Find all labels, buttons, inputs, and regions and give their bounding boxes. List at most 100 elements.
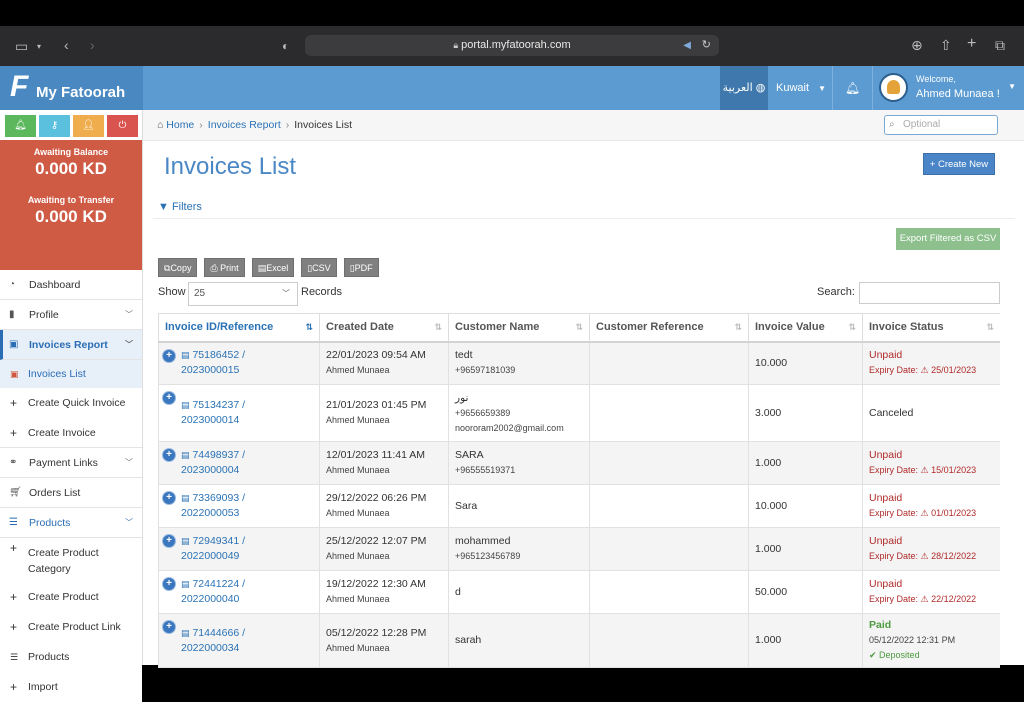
invoice-reference: 2022000040	[181, 593, 240, 605]
column-header-invoice-status[interactable]: Invoice Status ⇅	[862, 313, 1000, 343]
sidebar-item-payment-links[interactable]: ⚭ Payment Links ﹀	[0, 448, 142, 478]
breadcrumb-separator: ›	[199, 119, 203, 131]
sidebar-item-invoices-list[interactable]: ▣ Invoices List	[0, 360, 142, 388]
expiry-date: Expiry Date: ⚠ 28/12/2022	[869, 551, 977, 561]
language-switch[interactable]: العربية ◍	[720, 66, 768, 110]
search-label: Search:	[817, 286, 855, 298]
sidebar-item-create-product[interactable]: + Create Product	[0, 582, 142, 612]
quick-logout-button[interactable]: ⏻	[107, 115, 138, 137]
excel-button[interactable]: ▤Excel	[251, 258, 295, 277]
records-label: Records	[301, 286, 342, 298]
invoice-link[interactable]: ▤ 75186452 / 2023000015	[181, 349, 245, 376]
column-header-created-date[interactable]: Created Date ⇅	[319, 313, 449, 343]
filters-toggle[interactable]: ▼ Filters	[158, 201, 202, 213]
print-button[interactable]: ⎙ Print	[204, 258, 245, 277]
page-size-select[interactable]: 25 ﹀	[188, 282, 298, 306]
invoice-link[interactable]: ▤ 73369093 / 2022000053	[181, 492, 245, 519]
column-header-customer-name[interactable]: Customer Name ⇅	[448, 313, 590, 343]
invoice-reference: 2022000049	[181, 550, 240, 562]
invoice-link[interactable]: ▤ 72949341 / 2022000049	[181, 535, 245, 562]
address-bar[interactable]: 🔒︎ portal.myfatoorah.com ◀︎ ↻	[305, 35, 719, 56]
awaiting-balance-label: Awaiting Balance	[33, 147, 109, 157]
customer-name: SARA	[455, 449, 484, 461]
expand-row-icon[interactable]: +	[163, 492, 175, 504]
expand-row-icon[interactable]: +	[163, 449, 175, 461]
user-menu[interactable]: Welcome, Ahmed Munaea ! ▼	[874, 66, 1024, 110]
share-icon[interactable]: ⇧	[940, 38, 952, 52]
pdf-button[interactable]: ▯PDF	[343, 258, 379, 277]
column-header-customer-reference[interactable]: Customer Reference ⇅	[589, 313, 749, 343]
sidebar-menu: ◔ Dashboard ▮ Profile ﹀ ▣ Invoices Report ﹀ ▣…	[0, 270, 142, 702]
sidebar-item-create-product-link[interactable]: + Create Product Link	[0, 612, 142, 642]
column-label: Created Date	[326, 321, 394, 334]
expand-row-icon[interactable]: +	[163, 621, 175, 633]
sidebar-item-create-invoice[interactable]: + Create Invoice	[0, 418, 142, 448]
cart-icon: 🛒︎	[9, 487, 22, 498]
sidebar-item-dashboard[interactable]: ◔ Dashboard	[0, 270, 142, 300]
invoice-reference: 2022000053	[181, 507, 240, 519]
globe-icon: ◍	[755, 82, 766, 94]
created-by: Ahmed Munaea	[326, 508, 390, 518]
plus-icon: +	[10, 396, 18, 410]
country-label: Kuwait	[776, 82, 810, 94]
invoice-link[interactable]: ▤ 74498937 / 2023000004	[181, 449, 245, 476]
invoice-id: 75186452 /	[192, 349, 245, 362]
sidebar-toggle-icon[interactable]: ▭	[15, 39, 28, 53]
quick-search-input[interactable]: ⌕ Optional	[884, 115, 998, 135]
expand-row-icon[interactable]: +	[163, 392, 175, 404]
sidebar-item-invoices-report[interactable]: ▣ Invoices Report ﹀	[0, 330, 142, 360]
table-header-row: Invoice ID/Reference ⇅ Created Date ⇅ Cust…	[158, 313, 1000, 343]
cell-invoice-status: Paid 05/12/2022 12:31 PM ✔ Deposited	[862, 613, 1000, 668]
expand-row-icon[interactable]: +	[163, 578, 175, 590]
sidebar-item-products-list[interactable]: ☰ Products	[0, 642, 142, 672]
back-icon[interactable]: ‹	[64, 38, 69, 52]
shield-icon[interactable]: ◐	[282, 39, 289, 53]
csv-button[interactable]: ▯CSV	[301, 258, 337, 277]
filters-label: Filters	[171, 201, 202, 213]
cell-customer-reference	[589, 570, 749, 614]
quick-key-button[interactable]: ⚷	[39, 115, 70, 137]
sidebar-item-import[interactable]: + Import	[0, 672, 142, 702]
copy-button[interactable]: ⧉Copy	[158, 258, 198, 277]
money-icon: ▣	[10, 369, 19, 379]
invoice-link[interactable]: ▤ 72441224 / 2022000040	[181, 578, 245, 605]
sidebar-item-products[interactable]: ☰ Products ﹀	[0, 508, 142, 538]
table-search-input[interactable]	[859, 282, 1000, 304]
csv-label: CSV	[312, 263, 331, 273]
column-header-invoice-value[interactable]: Invoice Value ⇅	[748, 313, 863, 343]
create-new-button[interactable]: + Create New	[923, 153, 995, 175]
speaker-icon[interactable]: ◀︎	[683, 35, 691, 56]
cell-invoice-value: 50.000	[748, 570, 863, 614]
sidebar-item-label: Create Quick Invoice	[28, 397, 126, 409]
lock-icon: 🔒︎	[453, 40, 459, 50]
expand-row-icon[interactable]: +	[163, 349, 175, 362]
sort-icon: ⇅	[305, 322, 313, 332]
sidebar-item-create-quick-invoice[interactable]: + Create Quick Invoice	[0, 388, 142, 418]
tabs-overview-icon[interactable]: ⧉	[995, 38, 1005, 52]
reload-icon[interactable]: ↻	[702, 35, 711, 56]
sidebar-item-create-product-category[interactable]: + Create Product Category	[0, 538, 142, 582]
chevron-down-icon[interactable]: ▾	[37, 40, 41, 54]
invoice-link[interactable]: ▤ 71444666 / 2022000034	[181, 627, 245, 654]
cell-invoice-value: 1.000	[748, 441, 863, 485]
invoice-link[interactable]: ▤ 75134237 / 2023000014	[181, 399, 245, 426]
sidebar-item-profile[interactable]: ▮ Profile ﹀	[0, 300, 142, 330]
plus-icon: +	[10, 426, 18, 440]
sidebar-item-orders-list[interactable]: 🛒︎ Orders List	[0, 478, 142, 508]
notifications-button[interactable]: 🔔︎	[833, 66, 873, 110]
cell-customer-reference	[589, 484, 749, 528]
logo[interactable]: F My Fatoorah	[0, 66, 143, 110]
export-csv-button[interactable]: Export Filtered as CSV	[896, 228, 1000, 250]
quick-user-button[interactable]: 👤︎	[73, 115, 104, 137]
country-select[interactable]: Kuwait ▼	[768, 66, 833, 110]
welcome-text: Welcome,	[916, 74, 956, 84]
forward-icon[interactable]: ›	[90, 38, 95, 52]
download-icon[interactable]: ⊕	[911, 38, 923, 52]
breadcrumb-invoices-report[interactable]: Invoices Report	[208, 119, 281, 131]
cell-created-date: 05/12/2022 12:28 PM Ahmed Munaea	[319, 613, 449, 668]
column-header-invoice-id[interactable]: Invoice ID/Reference ⇅	[158, 313, 320, 343]
breadcrumb-home[interactable]: Home	[166, 119, 194, 131]
quick-bell-button[interactable]: 🔔︎	[5, 115, 36, 137]
expand-row-icon[interactable]: +	[163, 535, 175, 547]
new-tab-icon[interactable]: +	[967, 36, 976, 52]
